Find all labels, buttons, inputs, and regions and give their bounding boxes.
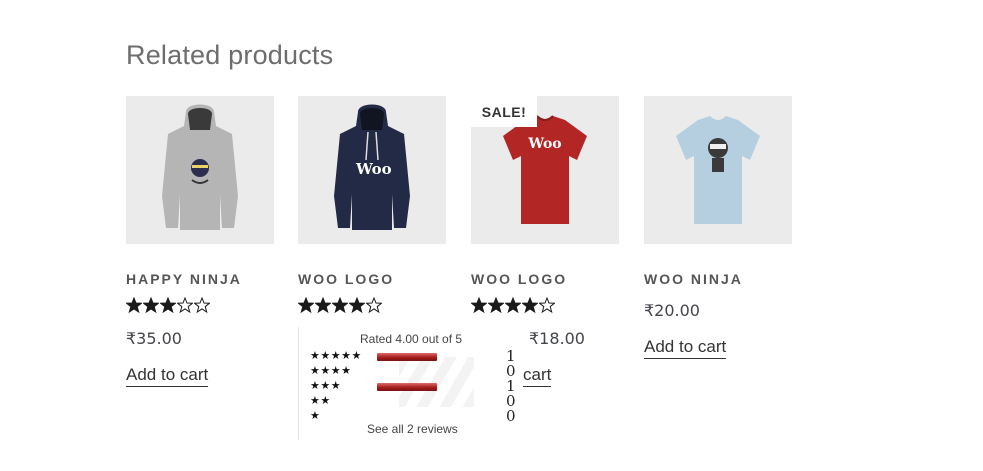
star-filled-icon [143,297,159,313]
print-logo: Woo [528,136,562,152]
rating-breakdown-popover: Rated 4.00 out of 5 ★★★★★ 1 ★★★★ 0 ★★★ 1 ★★ 0 ★ 0… [298,327,521,440]
star-rating[interactable] [298,297,382,313]
row-stars: ★★★★ [310,365,352,377]
print-logo: Woo [356,160,392,178]
rating-bar [377,383,437,391]
star-filled-icon [126,297,142,313]
rating-breakdown-row[interactable]: ★★★ 1 [310,377,520,395]
tshirt-image [676,116,760,224]
star-empty-icon [366,297,382,313]
see-all-reviews-link[interactable]: See all 2 reviews [367,422,458,436]
add-to-cart-button[interactable]: Add to cart [126,365,209,387]
product-price: ₹35.00 [126,329,182,348]
star-rating [126,297,210,313]
product-title[interactable]: HAPPY NINJA [126,271,242,287]
row-stars: ★★ [310,395,331,407]
rating-breakdown-row[interactable]: ★★ 0 [310,392,520,410]
product-title[interactable]: WOO NINJA [644,271,743,287]
star-empty-icon [194,297,210,313]
star-filled-icon [471,297,487,313]
product-card: Woo WOO LOGO [298,96,446,313]
row-count: 0 [506,407,516,425]
row-stars: ★★★ [310,380,342,392]
section-title: Related products [126,40,334,70]
sale-badge: SALE! [471,96,537,127]
product-price: ₹20.00 [644,301,700,320]
product-card: WOO NINJA ₹20.00 Add to cart [644,96,792,359]
rating-bar [377,368,437,376]
product-title[interactable]: WOO LOGO [471,271,567,287]
rating-breakdown-row[interactable]: ★★★★★ 1 [310,347,520,365]
product-card: HAPPY NINJA ₹35.00 Add to cart [126,96,274,387]
star-filled-icon [349,297,365,313]
star-filled-icon [298,297,314,313]
star-filled-icon [160,297,176,313]
product-card: Woo SALE! WOO LOGO ₹18.00 cart [471,96,619,387]
product-title[interactable]: WOO LOGO [298,271,394,287]
row-stars: ★★★★★ [310,350,362,362]
star-empty-icon [539,297,555,313]
rating-bar [377,398,437,406]
row-stars: ★ [310,410,321,422]
add-to-cart-button[interactable]: Add to cart [644,337,727,359]
star-filled-icon [315,297,331,313]
rating-bar-fill [377,353,437,361]
product-image[interactable]: Woo [298,96,446,244]
star-filled-icon [505,297,521,313]
add-to-cart-button[interactable]: cart [523,365,552,387]
rating-bar [377,353,437,361]
product-price: ₹18.00 [529,329,585,348]
rating-bar [377,413,437,421]
product-image[interactable]: Woo SALE! [471,96,619,244]
product-image[interactable] [126,96,274,244]
popover-title: Rated 4.00 out of 5 [360,332,463,346]
star-empty-icon [177,297,193,313]
hoodie-image [162,104,238,230]
rating-breakdown-row[interactable]: ★★★★ 0 [310,362,520,380]
star-filled-icon [332,297,348,313]
product-image[interactable] [644,96,792,244]
star-filled-icon [522,297,538,313]
rating-bar-fill [377,383,437,391]
star-filled-icon [488,297,504,313]
star-rating [471,297,555,313]
